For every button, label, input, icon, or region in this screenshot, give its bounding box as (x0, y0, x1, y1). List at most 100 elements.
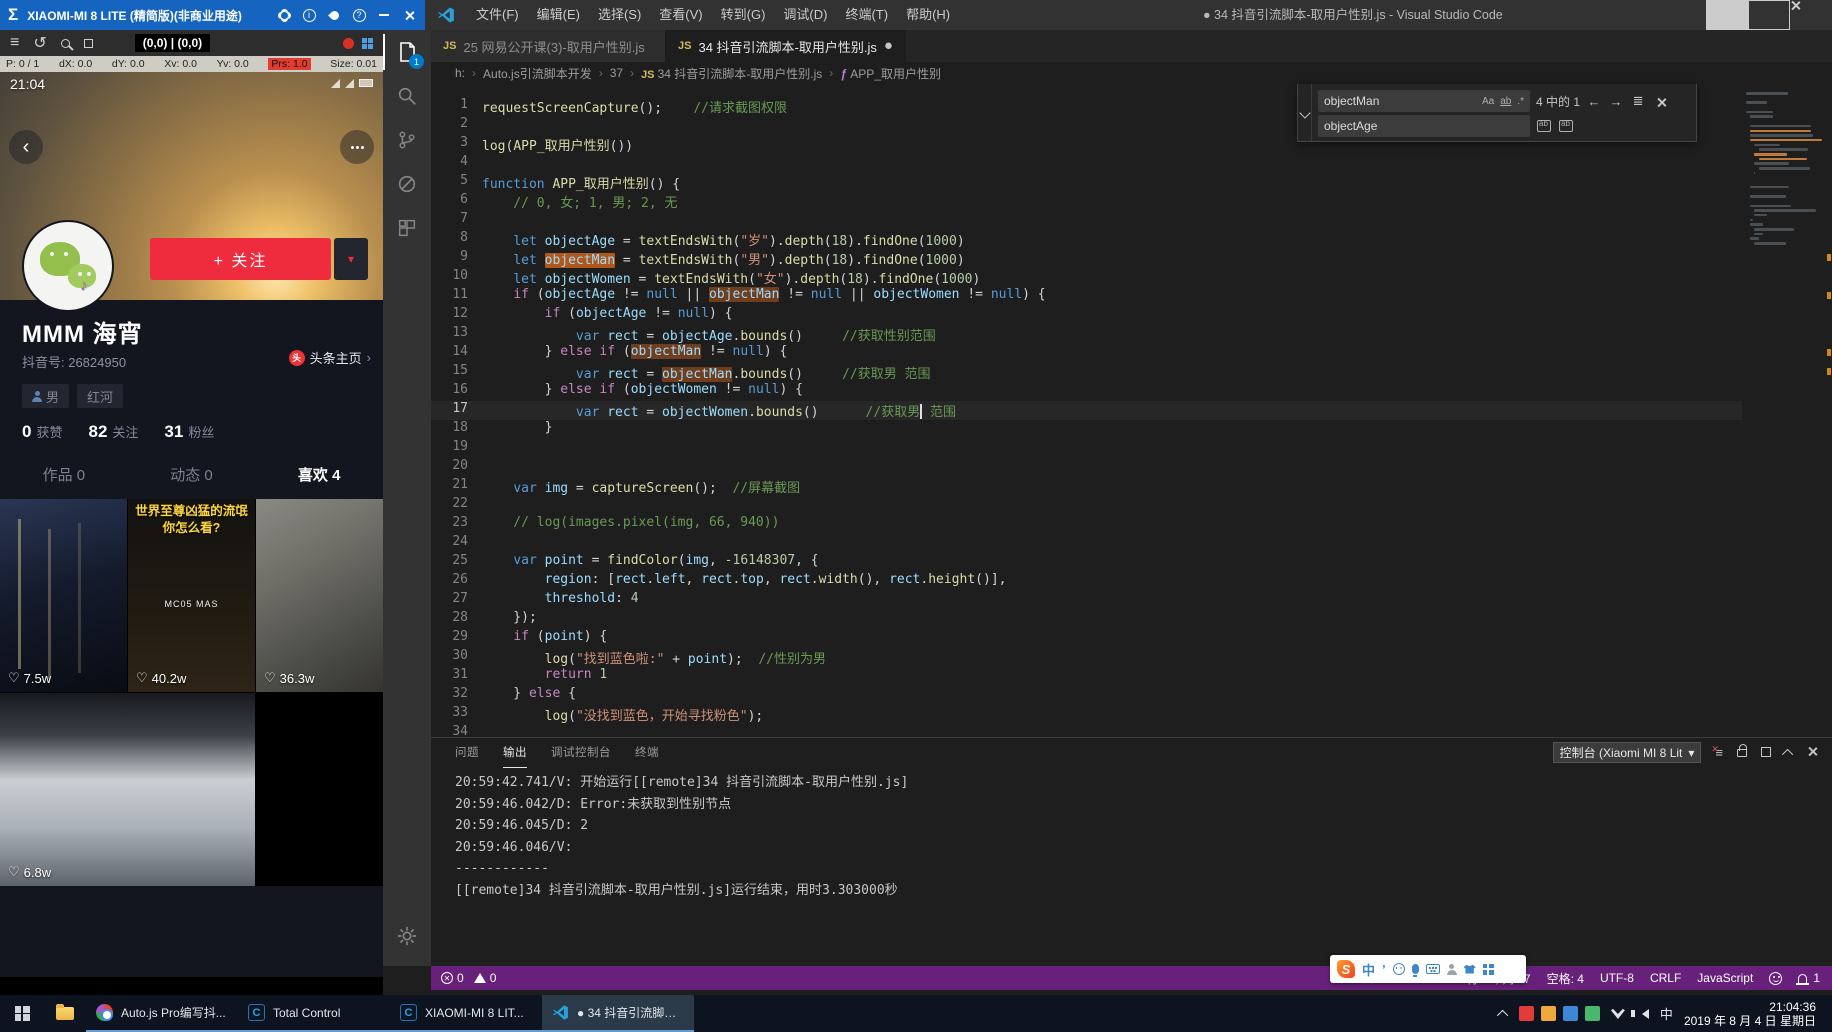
close-panel-icon[interactable] (1807, 744, 1818, 762)
menu-icon[interactable]: ≡ (10, 34, 19, 52)
code-editor[interactable]: 1234567891011121314151617181920212223242… (431, 84, 1742, 737)
tray-icon[interactable] (1585, 1006, 1600, 1021)
replace-button[interactable] (1536, 120, 1552, 132)
breadcrumb-item[interactable]: 37 (610, 66, 623, 80)
ime-lang-mode[interactable]: 中 (1362, 960, 1375, 979)
taskbar-app-button[interactable]: CTotal Control (238, 995, 390, 1032)
mic-icon[interactable] (1412, 964, 1419, 974)
zoom-icon[interactable] (61, 39, 70, 48)
panel-tab[interactable]: 调试控制台 (551, 738, 611, 768)
explorer-icon[interactable]: 1 (383, 30, 431, 74)
minimize-button[interactable] (1706, 0, 1748, 30)
warnings-status[interactable]: 0 (474, 971, 497, 985)
info-icon[interactable]: i (301, 9, 317, 22)
search-icon[interactable] (383, 74, 431, 118)
editor-tab[interactable]: JS25 网易公开课(3)-取用户性别.js (431, 30, 666, 62)
clear-output-icon[interactable]: ≡✕ (1715, 746, 1723, 759)
settings-gear-icon[interactable] (276, 11, 292, 20)
back-button[interactable]: ‹ (9, 130, 43, 164)
tray-icon[interactable] (1541, 1006, 1556, 1021)
maximize-panel-icon[interactable] (1785, 744, 1793, 762)
video-thumbnail[interactable]: ♡6.8w (0, 693, 255, 886)
volume-icon[interactable] (1642, 1009, 1649, 1019)
keyboard-icon[interactable] (1426, 964, 1440, 974)
emoji-icon[interactable] (1393, 963, 1405, 975)
panel-tab[interactable]: 问题 (455, 738, 479, 768)
encoding[interactable]: UTF-8 (1600, 971, 1634, 985)
output-channel-select[interactable]: 控制台 (Xiaomi MI 8 Lit ▾ (1553, 742, 1702, 763)
taskbar-app-button[interactable]: ● 34 抖音引流脚本... (542, 995, 694, 1032)
menu-item[interactable]: 帮助(H) (897, 0, 959, 30)
menu-item[interactable]: 选择(S) (589, 0, 650, 30)
panel-tab[interactable]: 终端 (635, 738, 659, 768)
more-options-button[interactable] (340, 130, 374, 164)
errors-status[interactable]: ✕0 (441, 971, 464, 985)
menu-item[interactable]: 查看(V) (650, 0, 711, 30)
replace-input[interactable]: objectAge (1318, 115, 1530, 137)
breadcrumb-item[interactable]: ƒ APP_取用户性别 (840, 65, 941, 82)
pin-icon[interactable] (326, 11, 342, 20)
follow-button[interactable]: + 关注 (150, 238, 331, 280)
language-mode[interactable]: JavaScript (1697, 971, 1753, 985)
previous-match-button[interactable]: ← (1586, 94, 1602, 109)
video-thumbnail[interactable]: 世界至尊凶猛的流氓你怎么看?MC05 MAS♡40.2w (128, 499, 255, 692)
profile-tab[interactable]: 作品 0 (0, 464, 128, 498)
ime-toolbar[interactable]: S 中 ’ (1330, 955, 1526, 983)
apps-grid-icon[interactable] (362, 38, 373, 49)
feedback-smiley-icon[interactable] (1769, 972, 1782, 985)
debug-icon[interactable] (383, 162, 431, 206)
menu-item[interactable]: 终端(T) (836, 0, 897, 30)
indentation[interactable]: 空格: 4 (1547, 970, 1584, 987)
profile-tab[interactable]: 喜欢 4 (255, 464, 383, 498)
hidden-icons-chevron[interactable] (1497, 1009, 1508, 1020)
wifi-icon[interactable] (1611, 1008, 1625, 1019)
menu-item[interactable]: 调试(D) (774, 0, 836, 30)
tray-icon[interactable] (1519, 1006, 1534, 1021)
find-in-selection-button[interactable]: ≣ (1630, 93, 1646, 109)
find-toggle-case[interactable]: Aa (1482, 96, 1494, 107)
breadcrumb-item[interactable]: Auto.js引流脚本开发 (483, 65, 592, 82)
eol[interactable]: CRLF (1650, 971, 1681, 985)
lock-scroll-icon[interactable] (1737, 744, 1747, 762)
help-icon[interactable]: ? (351, 9, 367, 22)
capture-icon[interactable] (84, 39, 93, 48)
notifications-bell[interactable]: 1 (1798, 971, 1820, 985)
ime-punct-icon[interactable]: ’ (1382, 962, 1386, 977)
panel-tab[interactable]: 输出 (503, 738, 527, 768)
extensions-icon[interactable] (383, 206, 431, 250)
replace-all-button[interactable] (1558, 120, 1574, 132)
find-toggle-word[interactable]: ab (1500, 96, 1511, 107)
phone-close-button[interactable] (401, 10, 417, 21)
record-icon[interactable] (343, 38, 354, 49)
minimap[interactable] (1742, 84, 1826, 737)
taskbar-app-button[interactable]: CXIAOMI-MI 8 LIT... (390, 995, 542, 1032)
rotate-icon[interactable]: ↺ (33, 33, 46, 53)
editor-tab[interactable]: JS34 抖音引流脚本-取用户性别.js● (666, 30, 906, 62)
menu-item[interactable]: 编辑(E) (528, 0, 589, 30)
taskbar-clock[interactable]: 21:04:36 2019 年 8 月 4 日 星期日 (1684, 1000, 1822, 1028)
breadcrumb-item[interactable]: JS 34 抖音引流脚本-取用户性别.js (641, 65, 822, 82)
find-toggle-regex[interactable]: .* (1517, 96, 1524, 107)
sogou-logo-icon[interactable]: S (1337, 960, 1355, 978)
video-thumbnail[interactable]: ♡36.3w (256, 499, 383, 692)
close-button[interactable] (1790, 0, 1832, 30)
account-icon[interactable] (1447, 964, 1457, 974)
tray-icon[interactable] (1563, 1006, 1578, 1021)
close-find-button[interactable] (1652, 97, 1668, 106)
next-match-button[interactable]: → (1608, 94, 1624, 109)
menu-item[interactable]: 转到(G) (712, 0, 775, 30)
tray-ime-indicator[interactable]: 中 (1660, 1004, 1673, 1023)
start-button[interactable] (0, 995, 44, 1032)
output-log[interactable]: 20:59:42.741/V: 开始运行[[remote]34 抖音引流脚本-取… (455, 772, 1812, 901)
manage-gear-icon[interactable] (383, 914, 431, 958)
video-thumbnail[interactable]: ♡7.5w (0, 499, 127, 692)
toolbox-grid-icon[interactable] (1483, 964, 1494, 975)
find-toggles[interactable]: Aaab .* (1482, 96, 1524, 107)
phone-minimize-button[interactable] (376, 14, 392, 16)
code-content[interactable]: requestScreenCapture(); //请求截图权限log(APP_… (482, 97, 1742, 737)
toutiao-homepage-link[interactable]: 头 头条主页 › (289, 348, 371, 367)
open-panel-icon[interactable] (1761, 744, 1771, 762)
toggle-replace-button[interactable] (1298, 84, 1312, 141)
breadcrumb[interactable]: h:›Auto.js引流脚本开发›37›JS 34 抖音引流脚本-取用户性别.j… (431, 62, 1832, 84)
find-input[interactable]: objectMan Aaab.* (1318, 90, 1530, 112)
